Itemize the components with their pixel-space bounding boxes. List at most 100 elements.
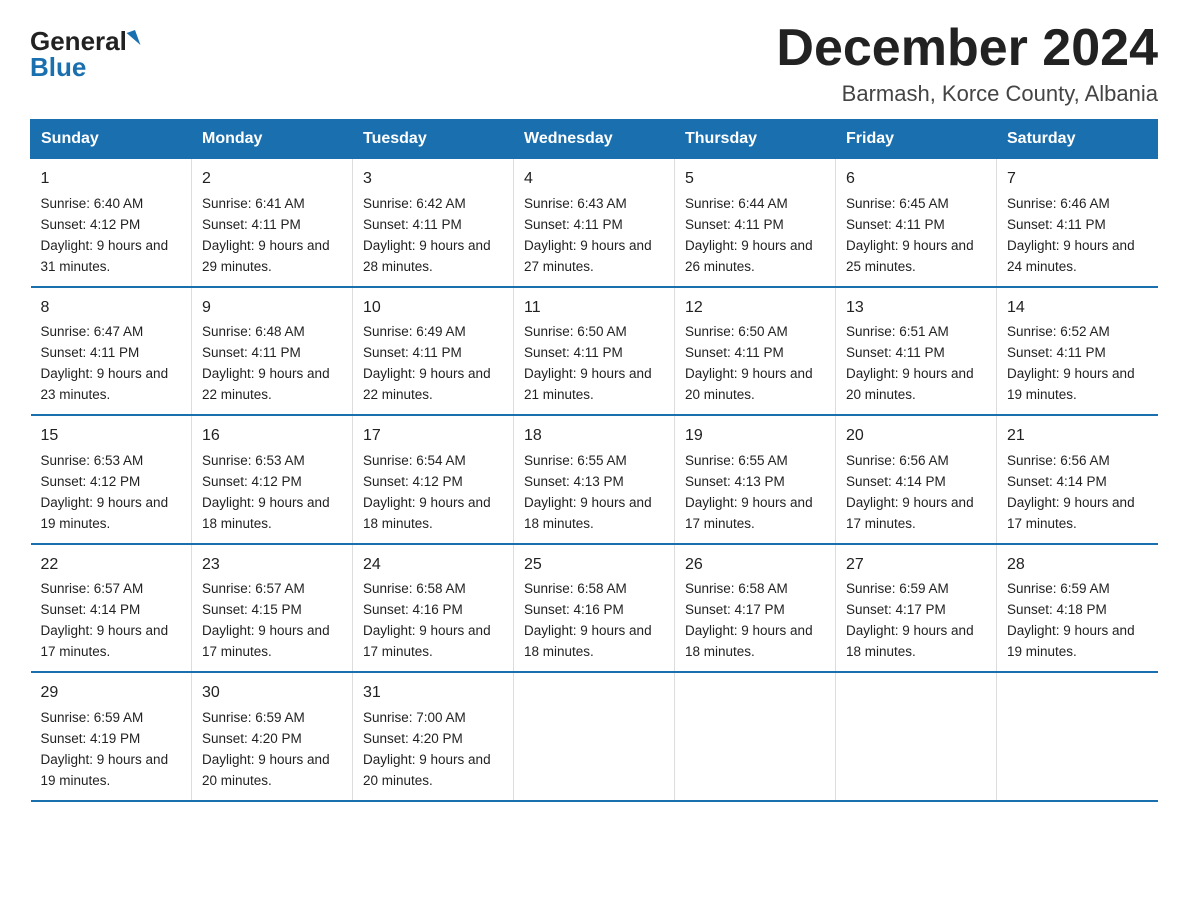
day-number: 10 (363, 296, 503, 321)
day-number: 13 (846, 296, 986, 321)
daylight-text: Daylight: 9 hours and 17 minutes. (685, 495, 813, 531)
calendar-cell: 25Sunrise: 6:58 AMSunset: 4:16 PMDayligh… (514, 544, 675, 672)
logo-general-text: General (30, 28, 127, 54)
sunrise-text: Sunrise: 6:41 AM (202, 196, 305, 211)
sunset-text: Sunset: 4:13 PM (524, 474, 624, 489)
daylight-text: Daylight: 9 hours and 19 minutes. (1007, 366, 1135, 402)
logo: General Blue (30, 28, 138, 80)
sunset-text: Sunset: 4:16 PM (363, 602, 463, 617)
daylight-text: Daylight: 9 hours and 24 minutes. (1007, 238, 1135, 274)
daylight-text: Daylight: 9 hours and 19 minutes. (41, 752, 169, 788)
calendar-cell: 11 Sunrise: 6:50 AM Sunset: 4:11 PM Dayligh… (514, 287, 675, 415)
daylight-text: Daylight: 9 hours and 20 minutes. (685, 366, 813, 402)
calendar-subtitle: Barmash, Korce County, Albania (776, 81, 1158, 107)
sunset-text: Sunset: 4:11 PM (1007, 217, 1106, 232)
sunset-text: Sunset: 4:11 PM (202, 217, 301, 232)
sunset-text: Sunset: 4:11 PM (363, 217, 462, 232)
daylight-text: Daylight: 9 hours and 18 minutes. (363, 495, 491, 531)
calendar-cell (836, 672, 997, 800)
calendar-cell: 19Sunrise: 6:55 AMSunset: 4:13 PMDayligh… (675, 415, 836, 543)
calendar-cell: 1Sunrise: 6:40 AMSunset: 4:12 PMDaylight… (31, 159, 192, 287)
sunrise-text: Sunrise: 6:49 AM (363, 324, 466, 339)
sunrise-text: Sunrise: 6:47 AM (41, 324, 144, 339)
sunset-text: Sunset: 4:14 PM (846, 474, 946, 489)
daylight-text: Daylight: 9 hours and 18 minutes. (524, 495, 652, 531)
sunrise-text: Sunrise: 6:48 AM (202, 324, 305, 339)
sunrise-text: Sunrise: 6:52 AM (1007, 324, 1110, 339)
header-friday: Friday (836, 120, 997, 159)
daylight-text: Daylight: 9 hours and 18 minutes. (846, 623, 974, 659)
sunset-text: Sunset: 4:11 PM (363, 345, 462, 360)
day-number: 18 (524, 424, 664, 449)
calendar-cell: 24Sunrise: 6:58 AMSunset: 4:16 PMDayligh… (353, 544, 514, 672)
daylight-text: Daylight: 9 hours and 26 minutes. (685, 238, 813, 274)
sunrise-text: Sunrise: 6:43 AM (524, 196, 627, 211)
sunset-text: Sunset: 4:11 PM (524, 217, 623, 232)
sunrise-text: Sunrise: 6:46 AM (1007, 196, 1110, 211)
day-number: 14 (1007, 296, 1148, 321)
sunrise-text: Sunrise: 6:59 AM (1007, 581, 1110, 596)
day-number: 9 (202, 296, 342, 321)
daylight-text: Daylight: 9 hours and 31 minutes. (41, 238, 169, 274)
daylight-text: Daylight: 9 hours and 23 minutes. (41, 366, 169, 402)
day-number: 8 (41, 296, 182, 321)
calendar-cell (997, 672, 1158, 800)
sunset-text: Sunset: 4:11 PM (846, 345, 945, 360)
day-number: 27 (846, 553, 986, 578)
sunrise-text: Sunrise: 6:42 AM (363, 196, 466, 211)
sunset-text: Sunset: 4:12 PM (41, 217, 141, 232)
day-number: 16 (202, 424, 342, 449)
sunset-text: Sunset: 4:11 PM (524, 345, 623, 360)
daylight-text: Daylight: 9 hours and 20 minutes. (846, 366, 974, 402)
header-sunday: Sunday (31, 120, 192, 159)
sunrise-text: Sunrise: 6:44 AM (685, 196, 788, 211)
day-number: 20 (846, 424, 986, 449)
daylight-text: Daylight: 9 hours and 22 minutes. (363, 366, 491, 402)
day-number: 31 (363, 681, 503, 706)
sunrise-text: Sunrise: 6:59 AM (846, 581, 949, 596)
logo-blue-text: Blue (30, 54, 86, 80)
calendar-week-row: 29Sunrise: 6:59 AMSunset: 4:19 PMDayligh… (31, 672, 1158, 800)
daylight-text: Daylight: 9 hours and 21 minutes. (524, 366, 652, 402)
day-number: 1 (41, 167, 182, 192)
day-number: 11 (524, 296, 664, 321)
header-wednesday: Wednesday (514, 120, 675, 159)
sunrise-text: Sunrise: 6:50 AM (524, 324, 627, 339)
calendar-cell: 5Sunrise: 6:44 AMSunset: 4:11 PMDaylight… (675, 159, 836, 287)
sunset-text: Sunset: 4:13 PM (685, 474, 785, 489)
sunset-text: Sunset: 4:19 PM (41, 731, 141, 746)
calendar-cell: 18Sunrise: 6:55 AMSunset: 4:13 PMDayligh… (514, 415, 675, 543)
calendar-cell: 16Sunrise: 6:53 AMSunset: 4:12 PMDayligh… (192, 415, 353, 543)
calendar-cell: 21Sunrise: 6:56 AMSunset: 4:14 PMDayligh… (997, 415, 1158, 543)
daylight-text: Daylight: 9 hours and 17 minutes. (1007, 495, 1135, 531)
sunrise-text: Sunrise: 6:58 AM (524, 581, 627, 596)
sunrise-text: Sunrise: 6:53 AM (202, 453, 305, 468)
sunrise-text: Sunrise: 6:58 AM (685, 581, 788, 596)
daylight-text: Daylight: 9 hours and 18 minutes. (685, 623, 813, 659)
calendar-cell (675, 672, 836, 800)
calendar-cell: 20Sunrise: 6:56 AMSunset: 4:14 PMDayligh… (836, 415, 997, 543)
day-number: 22 (41, 553, 182, 578)
daylight-text: Daylight: 9 hours and 19 minutes. (41, 495, 169, 531)
daylight-text: Daylight: 9 hours and 17 minutes. (846, 495, 974, 531)
weekday-header-row: Sunday Monday Tuesday Wednesday Thursday… (31, 120, 1158, 159)
sunset-text: Sunset: 4:11 PM (846, 217, 945, 232)
day-number: 25 (524, 553, 664, 578)
day-number: 28 (1007, 553, 1148, 578)
daylight-text: Daylight: 9 hours and 17 minutes. (202, 623, 330, 659)
sunrise-text: Sunrise: 6:59 AM (41, 710, 144, 725)
header-monday: Monday (192, 120, 353, 159)
daylight-text: Daylight: 9 hours and 19 minutes. (1007, 623, 1135, 659)
calendar-cell: 10 Sunrise: 6:49 AM Sunset: 4:11 PM Dayligh… (353, 287, 514, 415)
sunrise-text: Sunrise: 6:59 AM (202, 710, 305, 725)
day-number: 4 (524, 167, 664, 192)
sunset-text: Sunset: 4:17 PM (685, 602, 785, 617)
sunset-text: Sunset: 4:12 PM (202, 474, 302, 489)
daylight-text: Daylight: 9 hours and 20 minutes. (202, 752, 330, 788)
sunrise-text: Sunrise: 7:00 AM (363, 710, 466, 725)
sunset-text: Sunset: 4:11 PM (202, 345, 301, 360)
daylight-text: Daylight: 9 hours and 29 minutes. (202, 238, 330, 274)
calendar-cell: 26Sunrise: 6:58 AMSunset: 4:17 PMDayligh… (675, 544, 836, 672)
calendar-cell: 13Sunrise: 6:51 AMSunset: 4:11 PMDayligh… (836, 287, 997, 415)
calendar-week-row: 22Sunrise: 6:57 AMSunset: 4:14 PMDayligh… (31, 544, 1158, 672)
